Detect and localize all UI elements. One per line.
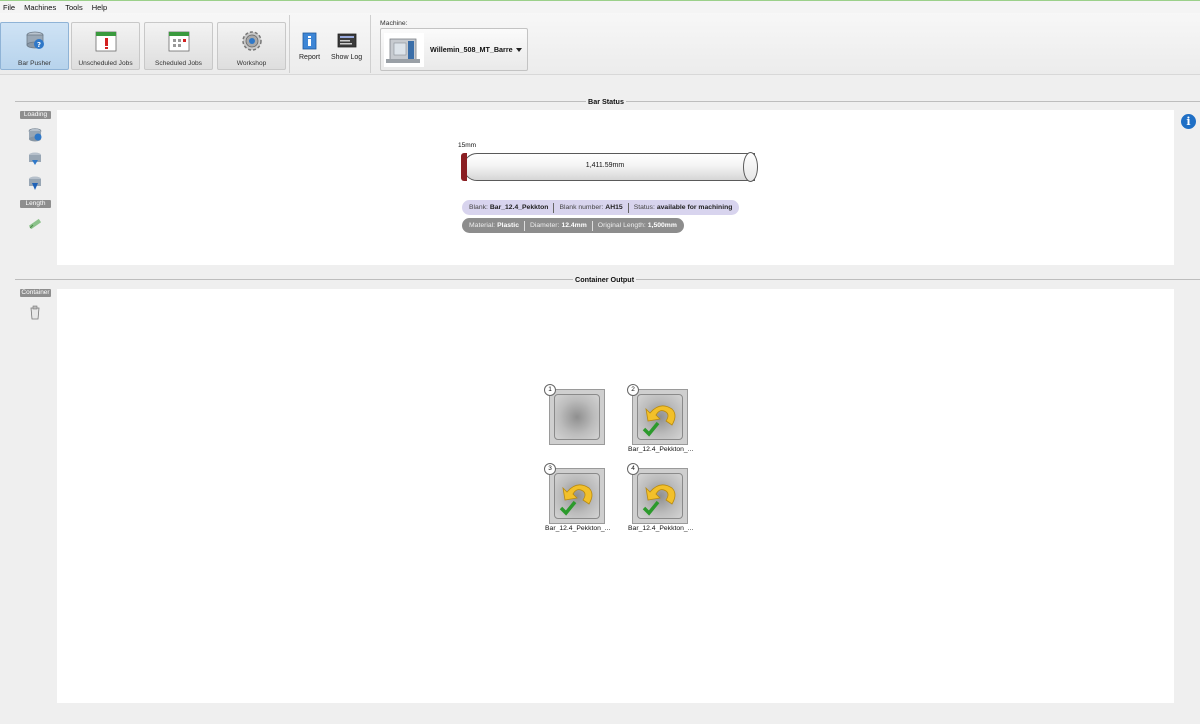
menu-tools[interactable]: Tools bbox=[62, 3, 89, 12]
show-log-label: Show Log bbox=[331, 54, 363, 61]
pill-divider bbox=[553, 202, 555, 213]
calendar-alert-icon bbox=[94, 29, 118, 53]
container-slot[interactable]: 3 bbox=[544, 463, 605, 524]
info-icon[interactable]: i bbox=[1181, 114, 1196, 129]
loading-label: Loading bbox=[20, 111, 51, 119]
ribbon-toolbar: ? Bar Pusher Unscheduled Jobs Scheduled … bbox=[0, 13, 1200, 75]
load-down-icon[interactable] bbox=[27, 151, 43, 167]
blank-value: Bar_12.4_Pekkton bbox=[489, 204, 549, 211]
diameter-value: 12.4mm bbox=[561, 222, 587, 229]
blank-number-key: Blank number: bbox=[559, 204, 604, 211]
menu-help[interactable]: Help bbox=[89, 3, 113, 12]
container-slot[interactable]: 4 bbox=[627, 463, 688, 524]
menu-machines[interactable]: Machines bbox=[21, 3, 62, 12]
slot-number: 2 bbox=[627, 384, 639, 396]
svg-text:?: ? bbox=[36, 41, 40, 49]
show-log-button[interactable]: Show Log bbox=[331, 32, 362, 61]
calendar-schedule-icon bbox=[167, 29, 191, 53]
empty-slot-icon bbox=[554, 394, 600, 440]
bar-pusher-icon: ? bbox=[23, 29, 47, 53]
slot-caption: Bar_12.4_Pekkton_... bbox=[628, 446, 694, 453]
workshop-button[interactable]: Workshop bbox=[217, 22, 286, 70]
material-info-pill: Material: Plastic Diameter: 12.4mm Origi… bbox=[462, 218, 684, 233]
bar-remaining-length: 1,411.59mm bbox=[585, 162, 625, 169]
unscheduled-jobs-label: Unscheduled Jobs bbox=[78, 60, 133, 67]
bar-pusher-button[interactable]: ? Bar Pusher bbox=[0, 22, 69, 70]
slot-number: 1 bbox=[544, 384, 556, 396]
chevron-down-icon bbox=[516, 48, 522, 52]
bar-status-panel bbox=[57, 110, 1174, 265]
measure-length-icon[interactable] bbox=[27, 216, 43, 232]
container-output-panel bbox=[57, 289, 1174, 703]
length-label: Length bbox=[20, 200, 51, 208]
blank-info-pill: Blank: Bar_12.4_Pekkton Blank number: AH… bbox=[462, 200, 740, 215]
unscheduled-jobs-button[interactable]: Unscheduled Jobs bbox=[71, 22, 140, 70]
machine-thumbnail-icon bbox=[384, 32, 424, 67]
pill-divider bbox=[591, 220, 593, 231]
returned-bar-icon bbox=[554, 473, 600, 519]
container-slot[interactable]: 2 bbox=[627, 384, 688, 445]
pill-divider bbox=[627, 202, 629, 213]
container-output-title: Container Output bbox=[573, 275, 637, 284]
blank-key: Blank: bbox=[469, 204, 488, 211]
workshop-label: Workshop bbox=[236, 60, 267, 67]
original-length-value: 1,500mm bbox=[647, 222, 677, 229]
returned-bar-icon bbox=[637, 394, 683, 440]
menu-file[interactable]: File bbox=[0, 3, 21, 12]
status-value: available for machining bbox=[656, 204, 733, 211]
diameter-key: Diameter: bbox=[529, 222, 560, 229]
slot-caption: Bar_12.4_Pekkton_... bbox=[628, 525, 694, 532]
report-label: Report bbox=[299, 54, 321, 61]
log-monitor-icon bbox=[337, 33, 356, 48]
returned-bar-icon bbox=[637, 473, 683, 519]
slot-number: 4 bbox=[627, 463, 639, 475]
bar-cut-end bbox=[461, 153, 467, 181]
status-key: Status: bbox=[633, 204, 655, 211]
bar-pusher-label: Bar Pusher bbox=[18, 60, 51, 67]
scheduled-jobs-label: Scheduled Jobs bbox=[155, 60, 202, 67]
report-icon bbox=[302, 32, 316, 50]
machine-label: Machine: bbox=[380, 20, 408, 27]
slot-caption: Bar_12.4_Pekkton_... bbox=[545, 525, 611, 532]
container-label: Container bbox=[20, 289, 51, 297]
container-slot[interactable]: 1 bbox=[544, 384, 605, 445]
container-icon[interactable] bbox=[27, 305, 43, 321]
blank-number-value: AH15 bbox=[605, 204, 623, 211]
cut-length-label: 15mm bbox=[458, 142, 477, 149]
load-bar-icon[interactable] bbox=[27, 127, 43, 143]
menu-bar: File Machines Tools Help bbox=[0, 1, 1200, 13]
material-value: Plastic bbox=[497, 222, 519, 229]
gear-icon bbox=[240, 29, 264, 53]
ribbon-separator bbox=[289, 15, 290, 73]
material-key: Material: bbox=[469, 222, 496, 229]
scheduled-jobs-button[interactable]: Scheduled Jobs bbox=[144, 22, 213, 70]
bar-end-cap bbox=[743, 152, 758, 182]
original-length-key: Original Length: bbox=[597, 222, 646, 229]
slot-number: 3 bbox=[544, 463, 556, 475]
pill-divider bbox=[523, 220, 525, 231]
unload-down-icon[interactable] bbox=[27, 175, 43, 191]
machine-name: Willemin_508_MT_Barre bbox=[430, 45, 513, 54]
report-button[interactable]: Report bbox=[299, 32, 320, 61]
machine-dropdown[interactable]: Willemin_508_MT_Barre bbox=[380, 28, 528, 71]
bar-status-title: Bar Status bbox=[586, 97, 626, 106]
ribbon-separator bbox=[370, 15, 371, 73]
